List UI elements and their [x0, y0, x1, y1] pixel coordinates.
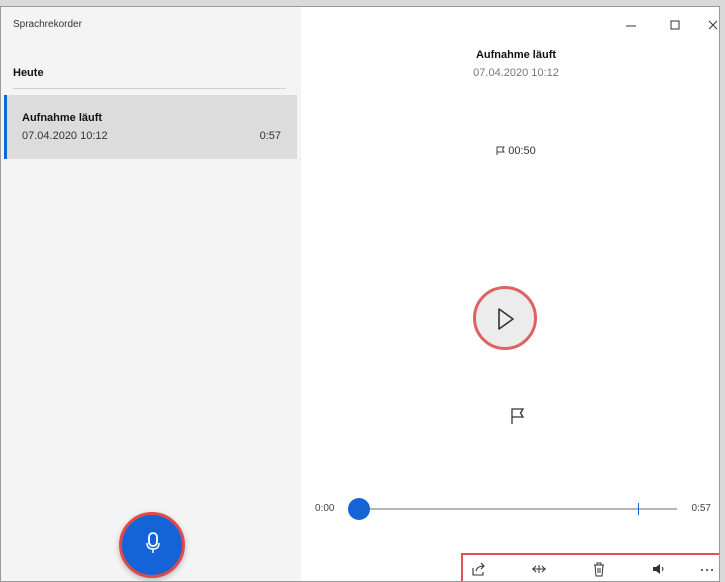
- delete-button[interactable]: [591, 561, 607, 577]
- trim-icon: [532, 565, 546, 573]
- close-icon: [708, 20, 718, 30]
- delete-icon: [594, 562, 604, 577]
- flag-icon: [496, 146, 506, 156]
- close-button[interactable]: [705, 17, 719, 33]
- time-total: 0:57: [691, 503, 711, 514]
- share-button[interactable]: [471, 561, 487, 577]
- recording-heading: Aufnahme läuft: [475, 49, 557, 61]
- more-icon: [701, 569, 713, 571]
- section-header-today: Heute: [13, 67, 44, 79]
- play-icon: [498, 308, 514, 330]
- bottom-toolbar: [461, 553, 719, 581]
- volume-button[interactable]: [651, 561, 667, 577]
- marker-time: 00:50: [508, 145, 536, 157]
- time-elapsed: 0:00: [315, 503, 335, 514]
- add-marker-button[interactable]: [509, 407, 527, 425]
- share-icon: [472, 562, 485, 576]
- sidebar: Sprachrekorder Heute Aufnahme läuft 07.0…: [1, 7, 301, 581]
- trim-button[interactable]: [531, 561, 547, 577]
- more-button[interactable]: [699, 561, 715, 577]
- app-window: Sprachrekorder Heute Aufnahme läuft 07.0…: [0, 6, 720, 582]
- maximize-button[interactable]: [667, 17, 683, 33]
- seek-thumb[interactable]: [348, 498, 370, 520]
- marker-label[interactable]: 00:50: [301, 145, 719, 157]
- recording-list-item[interactable]: Aufnahme läuft 07.04.2020 10:12 0:57: [4, 95, 297, 159]
- recording-date: 07.04.2020 10:12: [22, 130, 108, 142]
- microphone-icon: [146, 532, 160, 553]
- seek-bar[interactable]: [359, 503, 677, 515]
- volume-icon: [653, 564, 664, 574]
- maximize-icon: [670, 20, 680, 30]
- selection-indicator: [4, 95, 7, 159]
- flag-icon: [511, 408, 525, 424]
- app-title: Sprachrekorder: [13, 19, 82, 30]
- play-button[interactable]: [473, 286, 537, 350]
- main-panel: Aufnahme läuft 07.04.2020 10:12 00:50 0:…: [301, 7, 719, 581]
- record-button[interactable]: [119, 512, 185, 578]
- minimize-icon: [626, 25, 636, 27]
- section-divider: [13, 88, 286, 89]
- recording-heading-date: 07.04.2020 10:12: [473, 67, 559, 79]
- recording-title: Aufnahme läuft: [22, 112, 103, 124]
- recording-duration: 0:57: [259, 130, 281, 142]
- minimize-button[interactable]: [623, 17, 639, 33]
- marker-tick: [638, 503, 639, 515]
